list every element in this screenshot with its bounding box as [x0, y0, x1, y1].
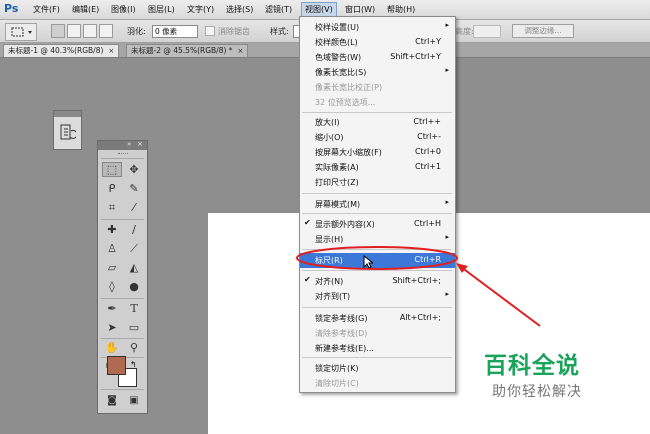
watermark-title: 百科全说 — [484, 353, 580, 379]
watermark-subtitle: 助你轻松解决 — [492, 384, 582, 400]
annotation-ellipse — [296, 246, 458, 270]
annotation-arrow-line — [460, 266, 541, 327]
